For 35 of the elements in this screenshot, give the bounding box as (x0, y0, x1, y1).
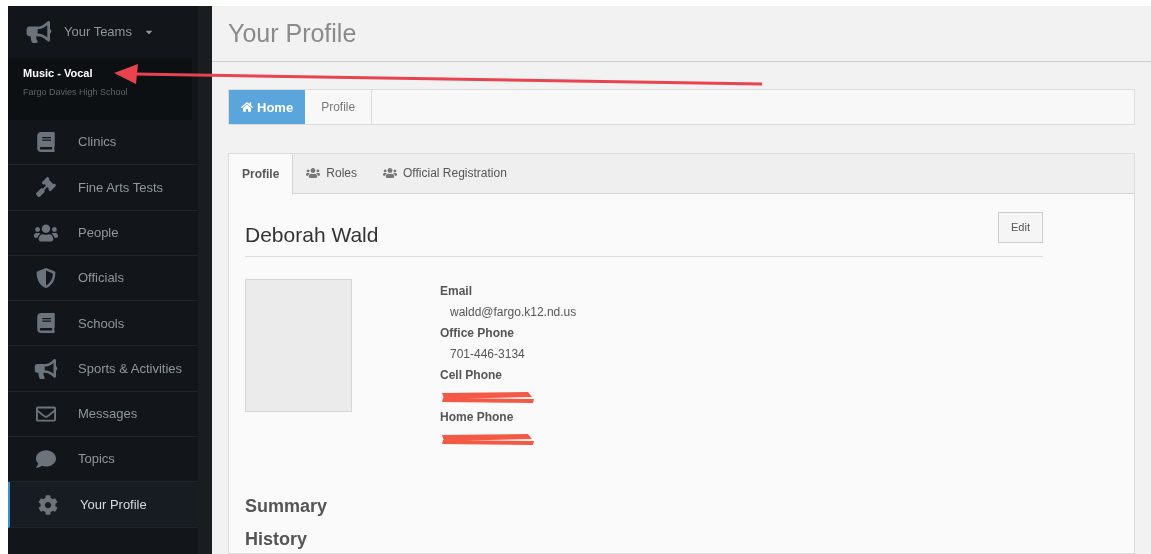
profile-name: Deborah Wald (245, 221, 379, 248)
users-icon (383, 167, 398, 179)
home-icon (241, 101, 253, 114)
sidebar-item[interactable]: Schools (8, 301, 198, 347)
page-title: Your Profile (228, 17, 357, 49)
section-heading: Summary (245, 495, 329, 518)
tab[interactable]: Official Registration (370, 153, 520, 193)
edit-button[interactable]: Edit (998, 212, 1043, 243)
gavel-icon (34, 177, 58, 198)
team-name: Music - Vocal (23, 66, 94, 81)
shield-icon (34, 268, 58, 289)
megaphone-icon (34, 358, 58, 379)
field-value: 701-446-3134 (449, 346, 526, 363)
book-icon (34, 313, 58, 334)
gear-icon (36, 494, 60, 515)
breadcrumb-item: Profile (305, 90, 373, 125)
sidebar-item[interactable]: Clinics (8, 120, 198, 166)
field-value: waldd@fargo.k12.nd.us (449, 304, 577, 321)
book-icon (34, 132, 58, 153)
tab[interactable]: Roles (293, 153, 371, 193)
field-label: Office Phone (440, 325, 515, 342)
team-school: Fargo Davies High School (23, 85, 129, 99)
field-label: Home Phone (440, 409, 515, 426)
users-icon (34, 222, 58, 243)
tab[interactable]: Profile (229, 153, 294, 195)
sidebar-item[interactable]: Your Profile (8, 482, 198, 528)
teams-menu[interactable]: Your Teams (8, 6, 198, 58)
field-label: Email (440, 283, 473, 300)
users-icon (306, 167, 321, 179)
sidebar-item[interactable]: People (8, 210, 198, 256)
megaphone-icon (26, 21, 52, 43)
speech-bubble-icon (34, 449, 58, 470)
field-label: Cell Phone (440, 367, 503, 384)
team-card[interactable]: Music - Vocal Fargo Davies High School (8, 58, 192, 120)
section-heading: History (245, 528, 308, 551)
